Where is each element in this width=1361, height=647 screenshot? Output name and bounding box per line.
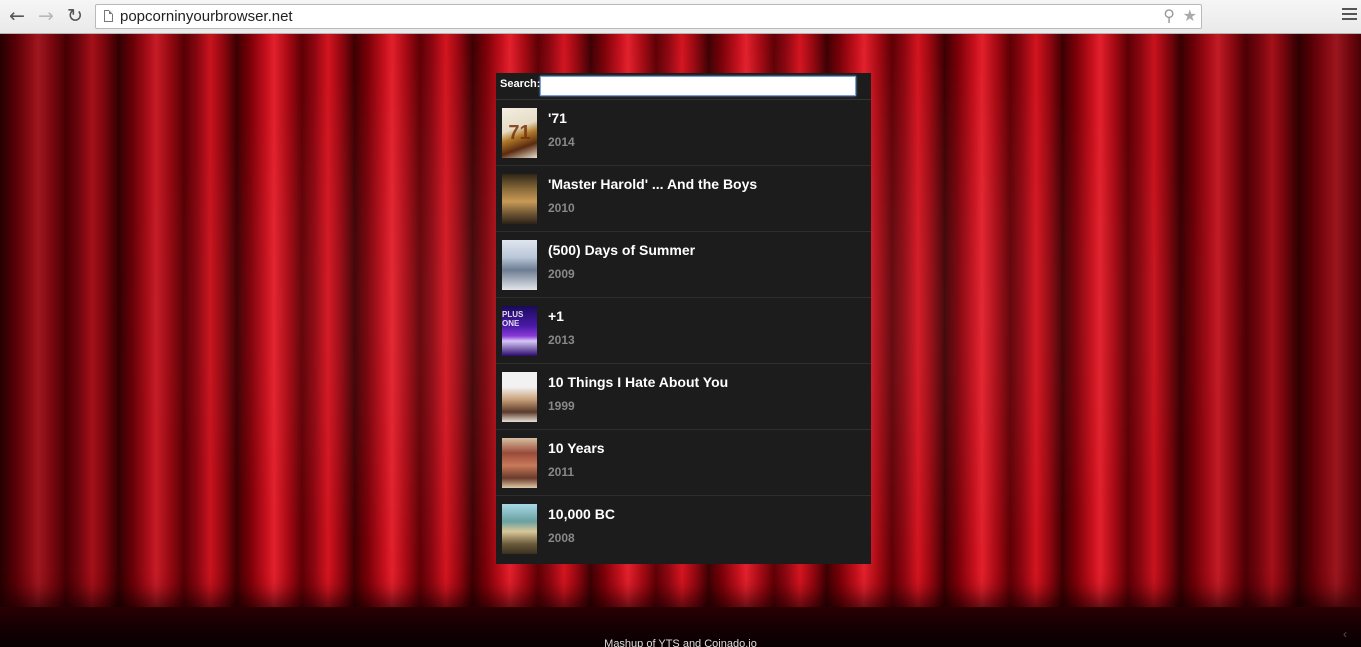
movie-item[interactable]: 71 '71 2014 <box>496 100 871 166</box>
movie-title: 10,000 BC <box>548 506 615 522</box>
reload-icon[interactable]: ↻ <box>64 5 86 27</box>
movie-poster: PLUS ONE <box>502 306 537 356</box>
movie-year: 2008 <box>548 531 575 545</box>
movie-title: 10 Things I Hate About You <box>548 374 729 390</box>
curtain-background: Mashup of YTS and Coinado.io ‹ Search: 7… <box>0 34 1361 647</box>
search-label: Search: <box>500 78 541 90</box>
page-icon <box>104 10 113 22</box>
movie-item[interactable]: PLUS ONE +1 2013 <box>496 298 871 364</box>
address-bar[interactable]: popcorninyourbrowser.net ⚲ ★ <box>95 4 1202 29</box>
movie-item[interactable]: 10 Things I Hate About You 1999 <box>496 364 871 430</box>
footer-credit: Mashup of YTS and Coinado.io <box>604 638 757 647</box>
movie-poster: 71 <box>502 108 537 158</box>
movie-year: 2011 <box>548 465 575 479</box>
movie-poster <box>502 438 537 488</box>
corner-arrow-icon: ‹ <box>1343 627 1347 641</box>
movie-poster <box>502 240 537 290</box>
hamburger-menu-icon[interactable] <box>1342 8 1357 23</box>
movie-item[interactable]: 10 Years 2011 <box>496 430 871 496</box>
movie-title: (500) Days of Summer <box>548 242 696 258</box>
movie-title: '71 <box>548 110 567 126</box>
back-arrow-icon[interactable]: ← <box>6 5 28 27</box>
movie-poster <box>502 174 537 224</box>
search-bar: Search: <box>496 73 871 100</box>
movie-year: 2013 <box>548 333 575 347</box>
movie-title: 10 Years <box>548 440 605 456</box>
movie-poster <box>502 372 537 422</box>
browser-toolbar: ← → ↻ popcorninyourbrowser.net ⚲ ★ <box>0 0 1361 34</box>
movie-item[interactable]: (500) Days of Summer 2009 <box>496 232 871 298</box>
movie-item[interactable]: 'Master Harold' ... And the Boys 2010 <box>496 166 871 232</box>
search-icon[interactable]: ⚲ <box>1163 6 1175 25</box>
movie-year: 2014 <box>548 135 575 149</box>
forward-arrow-icon[interactable]: → <box>35 5 57 27</box>
movie-title: +1 <box>548 308 564 324</box>
movie-poster <box>502 504 537 554</box>
movie-title: 'Master Harold' ... And the Boys <box>548 176 758 192</box>
movie-year: 2010 <box>548 201 575 215</box>
movie-year: 2009 <box>548 267 575 281</box>
movie-list-panel: Search: 71 '71 2014 'Master Harold' ... … <box>496 73 871 564</box>
movie-item[interactable]: 10,000 BC 2008 <box>496 496 871 562</box>
star-icon[interactable]: ★ <box>1183 6 1197 25</box>
url-text[interactable]: popcorninyourbrowser.net <box>120 8 293 25</box>
movie-year: 1999 <box>548 399 575 413</box>
search-input[interactable] <box>540 76 856 96</box>
